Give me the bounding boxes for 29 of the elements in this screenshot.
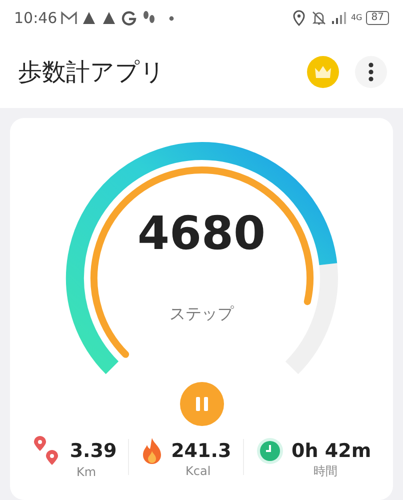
flame-icon [141,437,164,465]
stat-unit: Km [76,466,96,478]
clock-icon [256,437,284,465]
app-title: 歩数計アプリ [18,57,165,88]
pause-icon [194,396,208,412]
step-count: 4680 [136,210,267,256]
g-icon [121,10,138,26]
footprints-icon [141,10,158,26]
pause-button[interactable] [180,382,224,426]
triangle-icon [101,10,118,26]
bell-off-icon [310,10,327,26]
more-button[interactable] [355,56,387,88]
premium-button[interactable] [307,56,339,88]
stat-unit: 時間 [313,465,338,478]
more-icon [368,62,374,82]
crown-icon [314,65,332,79]
signal-icon [330,10,347,26]
stat-unit: Kcal [186,465,211,478]
triangle-icon [81,10,98,26]
location-icon [290,10,307,26]
stat-value: 3.39 [70,438,117,464]
mail-icon [61,10,78,26]
dot-icon [169,16,174,20]
stat-value: 241.3 [171,438,232,464]
status-time: 10:46 [14,8,58,29]
network-type: 4G [350,14,362,22]
steps-label: ステップ [168,303,235,325]
battery-level: 87 [366,11,389,25]
stat-value: 0h 42m [292,438,372,464]
